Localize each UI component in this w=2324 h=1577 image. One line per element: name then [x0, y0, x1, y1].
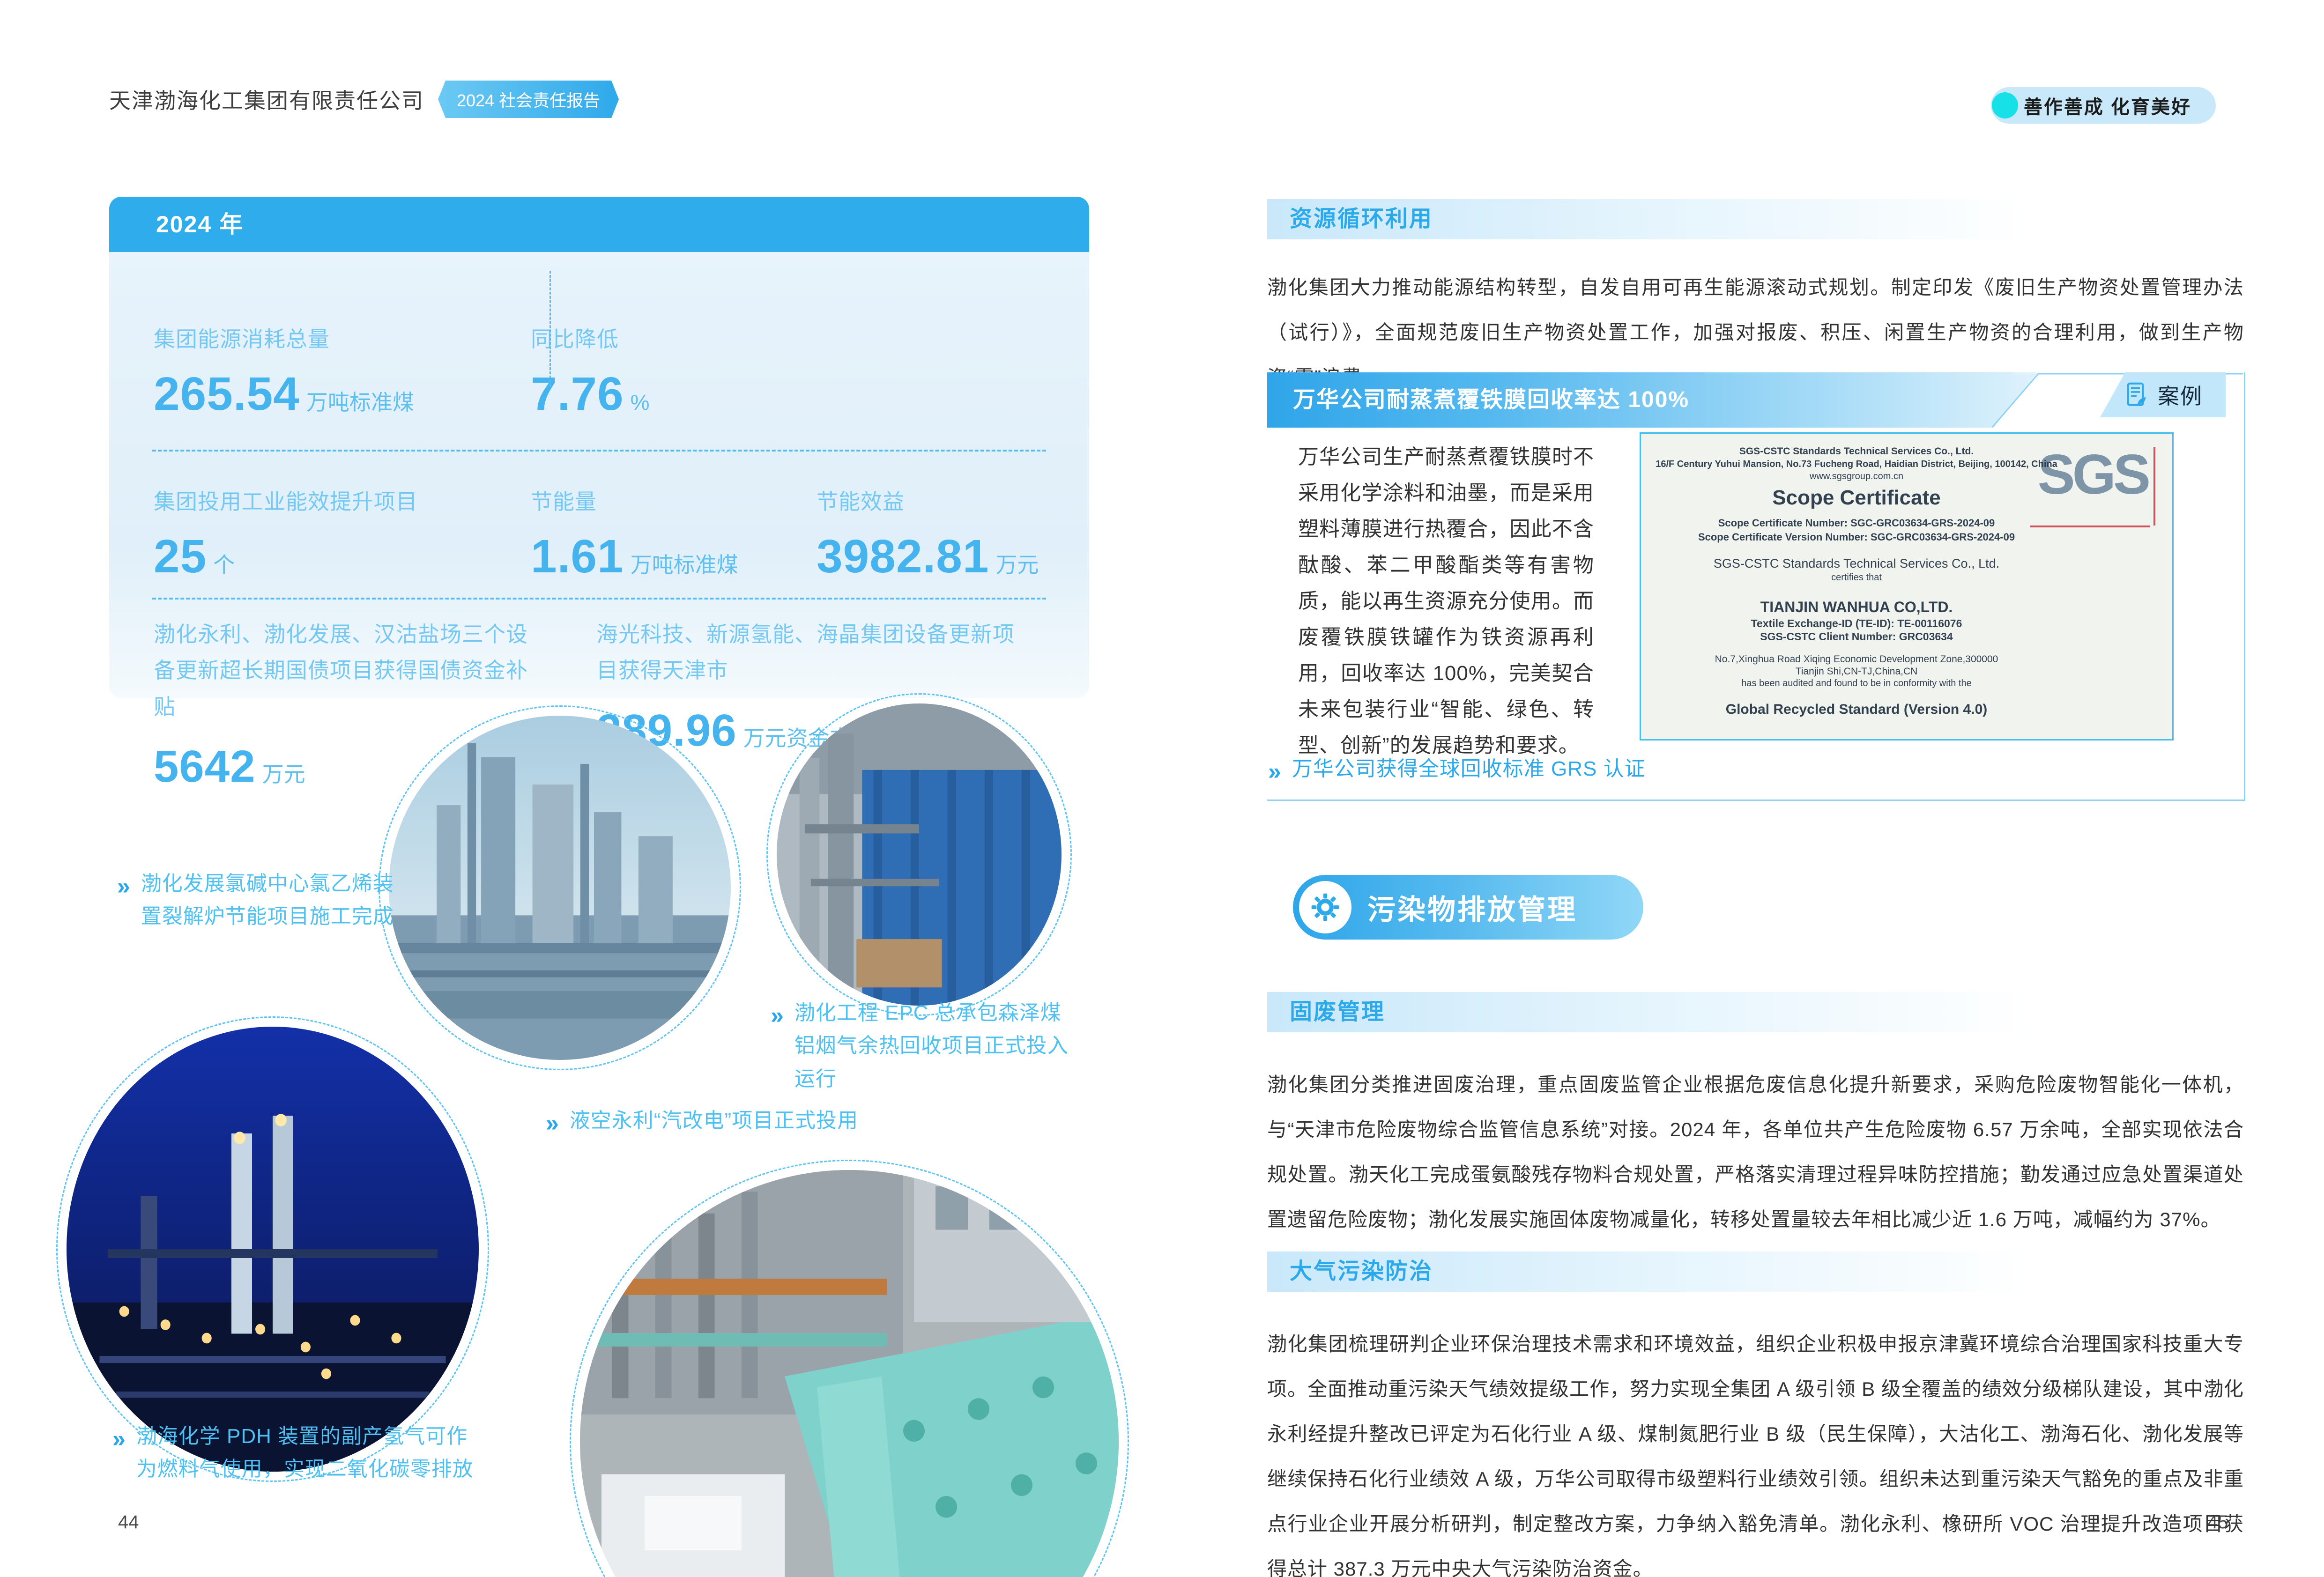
heading-resource-recycling: 资源循环利用: [1267, 199, 2244, 239]
caption-text: 万华公司获得全球回收标准 GRS 认证: [1292, 753, 1646, 790]
case-block: 万华公司耐蒸煮覆铁膜回收率达 100% 案例 万华公司生产耐蒸煮覆铁膜时不采用化…: [1267, 372, 2245, 801]
caption-chlor-alkali: 渤化发展氯碱中心氯乙烯装置裂解炉节能项目施工完成: [117, 867, 398, 933]
paragraph-solid-waste: 渤化集团分类推进固废治理，重点固废监管企业根据危废信息化提升新要求，采购危险废物…: [1267, 1062, 2244, 1242]
chevrons-icon: [117, 867, 131, 933]
case-doc-leaf-icon: [2123, 381, 2150, 408]
caption-grs: 万华公司获得全球回收标准 GRS 认证: [1268, 753, 1646, 790]
cert-certifier: SGS-CSTC Standards Technical Services Co…: [1660, 556, 2053, 571]
sgs-logo-red-line: [2153, 447, 2155, 526]
plant-night-photo: [67, 1027, 479, 1472]
stat-energy-saved: 节能量 1.61 万吨标准煤: [531, 485, 738, 584]
page-number-left: 44: [118, 1512, 139, 1533]
cert-issuer: SGS-CSTC Standards Technical Services Co…: [1660, 446, 2053, 457]
heading-air-pollution: 大气污染防治: [1267, 1251, 2244, 1292]
photo-epc-waste-heat: [777, 703, 1062, 1006]
stat-unit: %: [631, 390, 650, 415]
plant-day-photo: [389, 716, 731, 1060]
chevrons-icon: [771, 997, 784, 1096]
stat-efficiency-projects: 集团投用工业能效提升项目 25个: [154, 485, 418, 584]
cert-number: Scope Certificate Number: SGC-GRC03634-G…: [1660, 517, 2053, 529]
stat-label: 节能效益: [817, 485, 1039, 516]
caption-epc: 渤化工程 EPC 总承包森泽煤铝烟气余热回收项目正式投入运行: [771, 997, 1082, 1096]
stat-unit: 万吨标准煤: [631, 553, 738, 577]
stats-card-2024: 2024 年 集团能源消耗总量 265.54万吨标准煤 同比降低 7.76% 集…: [109, 197, 1089, 698]
cert-address: 16/F Century Yuhui Mansion, No.73 Fuchen…: [1641, 459, 2072, 470]
heading-solid-waste: 固废管理: [1267, 992, 2244, 1032]
caption-text: 液空永利“汽改电”项目正式投用: [570, 1104, 858, 1142]
stat-label: 节能量: [531, 485, 738, 516]
section-title-pollution-management: 污染物排放管理: [1293, 875, 1643, 940]
blue-building-photo: [777, 703, 1062, 1006]
stat-label: 集团投用工业能效提升项目: [154, 485, 418, 516]
stat-unit: 万吨标准煤: [306, 390, 414, 415]
stat-value: 7.76: [531, 368, 624, 420]
caption-text: 渤化工程 EPC 总承包森泽煤铝烟气余热回收项目正式投入运行: [794, 997, 1082, 1096]
cyan-dot-icon: [1992, 92, 2018, 118]
divider: [152, 598, 1046, 600]
cert-certifies-that: certifies that: [1660, 572, 2053, 583]
stat-label: 集团能源消耗总量: [154, 322, 414, 353]
case-banner: 万华公司耐蒸煮覆铁膜回收率达 100%: [1267, 372, 2038, 428]
stat-label: 海光科技、新源氢能、海晶集团设备更新项目获得天津市: [596, 616, 1018, 689]
stats-card-year: 2024 年: [109, 197, 1089, 252]
stat-value: 3982.81: [817, 530, 989, 583]
caption-steam-electric: 液空永利“汽改电”项目正式投用: [546, 1104, 1005, 1142]
stats-card-body: 集团能源消耗总量 265.54万吨标准煤 同比降低 7.76% 集团投用工业能效…: [109, 252, 1089, 698]
cert-website: www.sgsgroup.com.cn: [1660, 471, 2053, 482]
stat-label: 渤化永利、渤化发展、汉沽盐场三个设备更新超长期国债项目获得国债资金补贴: [154, 616, 547, 725]
stat-value: 1.61: [531, 530, 624, 583]
cert-conformity: has been audited and found to be in conf…: [1660, 678, 2053, 689]
stat-value: 265.54: [154, 368, 300, 420]
stat-saving-benefit: 节能效益 3982.81万元: [817, 485, 1039, 584]
stat-value: 5642: [154, 741, 256, 792]
caption-pdh: 渤海化学 PDH 装置的副产氢气可作为燃料气使用，实现二氧化碳零排放: [112, 1420, 483, 1486]
report-title-badge: 2024 社会责任报告: [438, 81, 619, 118]
paragraph-air-pollution: 渤化集团梳理研判企业环保治理技术需求和环境效益，组织企业积极申报京津冀环境综合治…: [1267, 1322, 2244, 1577]
caption-text: 渤化发展氯碱中心氯乙烯装置裂解炉节能项目施工完成: [141, 867, 398, 933]
aerial-plant-photo: [580, 1170, 1119, 1577]
cert-te-id: Textile Exchange-ID (TE-ID): TE-00116076: [1660, 617, 2053, 630]
cert-address2: No.7,Xinghua Road Xiqing Economic Develo…: [1660, 654, 2053, 665]
caption-text: 渤海化学 PDH 装置的副产氢气可作为燃料气使用，实现二氧化碳零排放: [136, 1420, 483, 1486]
cert-address3: Tianjin Shi,CN-TJ,China,CN: [1660, 666, 2053, 677]
cert-client-number: SGS-CSTC Client Number: GRC03634: [1660, 630, 2053, 643]
photo-chlor-alkali-plant: [389, 716, 731, 1060]
chevrons-icon: [546, 1104, 559, 1142]
sgs-logo: SGS: [2038, 442, 2148, 507]
stat-yoy-decrease: 同比降低 7.76%: [531, 322, 650, 421]
slogan-text: 善作善成 化育美好: [2018, 92, 2216, 119]
section-title-text: 污染物排放管理: [1367, 887, 1577, 928]
company-name: 天津渤海化工集团有限责任公司: [109, 84, 424, 115]
stat-unit: 万元: [995, 553, 1039, 577]
case-tag-label: 案例: [2158, 379, 2203, 410]
divider: [152, 450, 1046, 452]
cert-title: Scope Certificate: [1660, 486, 2053, 510]
stat-unit: 万元: [262, 762, 305, 786]
photo-pdh-night: [67, 1027, 479, 1472]
stat-label: 同比降低: [531, 322, 650, 353]
cert-standard: Global Recycled Standard (Version 4.0): [1660, 702, 2053, 718]
case-paragraph: 万华公司生产耐蒸煮覆铁膜时不采用化学涂料和油墨，而是采用塑料薄膜进行热覆合，因此…: [1298, 439, 1594, 763]
stat-energy-consumption: 集团能源消耗总量 265.54万吨标准煤: [154, 322, 414, 421]
gear-icon: [1299, 881, 1351, 933]
page-header-left: 天津渤海化工集团有限责任公司 2024 社会责任报告: [109, 81, 619, 118]
chevrons-icon: [1268, 753, 1282, 790]
stat-unit: 个: [213, 553, 235, 577]
vertical-divider: [549, 271, 551, 387]
page-header-right: 善作善成 化育美好: [1991, 87, 2216, 124]
chevrons-icon: [112, 1420, 126, 1486]
cert-version-number: Scope Certificate Version Number: SGC-GR…: [1660, 531, 2053, 543]
photo-steam-to-electric: [580, 1170, 1119, 1577]
case-tag: 案例: [2100, 372, 2226, 417]
report-spread: 天津渤海化工集团有限责任公司 2024 社会责任报告 善作善成 化育美好 202…: [0, 0, 2324, 1577]
cert-company: TIANJIN WANHUA CO,LTD.: [1660, 599, 2053, 616]
sgs-certificate-image: SGS SGS-CSTC Standards Technical Service…: [1640, 432, 2174, 740]
stat-value: 25: [154, 530, 207, 583]
